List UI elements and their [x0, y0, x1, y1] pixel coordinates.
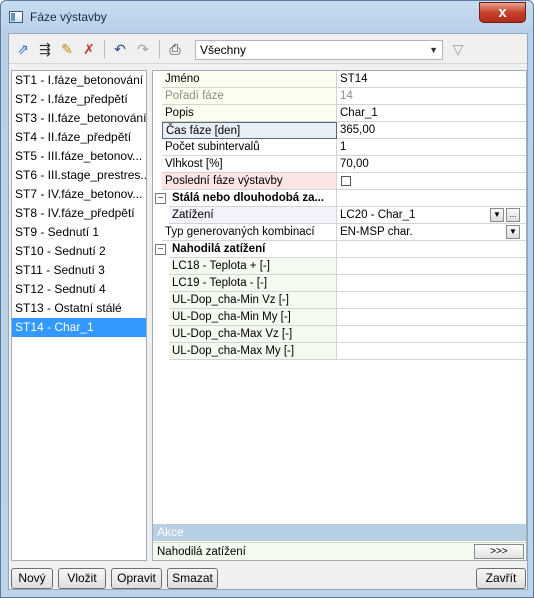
edit-table-icon[interactable]: ⇶: [35, 39, 55, 59]
title-bar[interactable]: Fáze výstavby x: [1, 1, 533, 32]
variable-load-value[interactable]: [337, 275, 526, 292]
delete-button[interactable]: Smazat: [167, 568, 218, 589]
description-value[interactable]: Char_1: [337, 105, 526, 122]
last-phase-cell: [337, 173, 526, 190]
humidity-value[interactable]: 70,00: [337, 156, 526, 173]
toolbar-separator: [159, 40, 160, 58]
variable-load-item: UL-Dop_cha-Min Vz [-]: [169, 292, 337, 309]
name-value[interactable]: ST14: [337, 71, 526, 88]
app-window-icon: [9, 11, 23, 23]
property-panel: Jméno ST14 Pořadí fáze 14 Popis Char_1 Č…: [152, 70, 527, 561]
phase-list-item[interactable]: ST6 - III.stage_prestres...: [12, 166, 146, 185]
actions-row-label: Nahodilá zatížení: [157, 546, 246, 558]
loading-value-text: LC20 - Char_1: [340, 209, 416, 221]
phase-list-item[interactable]: ST3 - II.fáze_betonování: [12, 109, 146, 128]
phase-list-item[interactable]: ST5 - III.fáze_betonov...: [12, 147, 146, 166]
phase-list-item[interactable]: ST13 - Ostatní stálé: [12, 299, 146, 318]
undo-icon[interactable]: ↶: [110, 39, 130, 59]
phase-list-item[interactable]: ST9 - Sednutí 1: [12, 223, 146, 242]
redo-icon[interactable]: ↷: [133, 39, 153, 59]
variable-load-item: UL-Dop_cha-Max Vz [-]: [169, 326, 337, 343]
delete-marked-icon[interactable]: ✗: [79, 39, 99, 59]
phase-list-item[interactable]: ST12 - Sednutí 4: [12, 280, 146, 299]
insert-button[interactable]: Vložit: [58, 568, 106, 589]
last-phase-checkbox[interactable]: [341, 176, 351, 186]
phase-list-item[interactable]: ST8 - IV.fáze_předpětí: [12, 204, 146, 223]
group-spacer: [337, 190, 526, 207]
phase-time-value[interactable]: 365,00: [337, 122, 526, 139]
variable-load-item: LC19 - Teplota - [-]: [169, 275, 337, 292]
chevron-down-icon: ▼: [429, 45, 438, 55]
last-phase-label: Poslední fáze výstavby: [162, 173, 337, 190]
variable-load-value[interactable]: [337, 309, 526, 326]
description-label: Popis: [162, 105, 337, 122]
actions-open-button[interactable]: >>>: [474, 544, 524, 559]
print-icon[interactable]: ⎙: [165, 39, 185, 59]
collapse-icon[interactable]: −: [155, 193, 166, 204]
close-window-button[interactable]: x: [479, 2, 526, 23]
toolbar-separator: [104, 40, 105, 58]
humidity-label: Vlhkost [%]: [162, 156, 337, 173]
variable-load-value[interactable]: [337, 258, 526, 275]
variable-load-item: UL-Dop_cha-Min My [-]: [169, 309, 337, 326]
chevron-down-icon[interactable]: ▼: [506, 225, 520, 239]
phase-list[interactable]: ST1 - I.fáze_betonování ST2 - I.fáze_pře…: [11, 70, 147, 561]
copy-phase-icon[interactable]: ⇗: [13, 39, 33, 59]
variable-load-item: UL-Dop_cha-Max My [-]: [169, 343, 337, 360]
actions-row: Nahodilá zatížení >>>: [153, 542, 526, 560]
phase-list-item[interactable]: ST7 - IV.fáze_betonov...: [12, 185, 146, 204]
combination-type-label: Typ generovaných kombinací: [162, 224, 337, 241]
browse-button[interactable]: ...: [506, 208, 520, 222]
phase-list-item[interactable]: ST2 - I.fáze_předpětí: [12, 90, 146, 109]
variable-loads-group: Nahodilá zatížení: [169, 241, 337, 258]
phase-list-item[interactable]: ST1 - I.fáze_betonování: [12, 71, 146, 90]
variable-load-item: LC18 - Teplota + [-]: [169, 258, 337, 275]
phase-list-item[interactable]: ST4 - II.fáze_předpětí: [12, 128, 146, 147]
close-button[interactable]: Zavřít: [476, 568, 526, 589]
dialog-window: Fáze výstavby x ⇗ ⇶ ✎ ✗ ↶ ↷ ⎙ Všechny ▼ …: [0, 0, 534, 598]
window-title: Fáze výstavby: [30, 10, 107, 24]
variable-load-value[interactable]: [337, 326, 526, 343]
phase-time-label: Čas fáze [den]: [162, 122, 337, 139]
dialog-client-area: ⇗ ⇶ ✎ ✗ ↶ ↷ ⎙ Všechny ▼ ▽ ST1 - I.fáze_b…: [8, 33, 528, 590]
toolbar: ⇗ ⇶ ✎ ✗ ↶ ↷ ⎙ Všechny ▼ ▽: [9, 34, 527, 64]
new-button[interactable]: Nový: [11, 568, 53, 589]
pencil-icon[interactable]: ✎: [57, 39, 77, 59]
combination-type-select[interactable]: EN-MSP char. ▼: [337, 224, 526, 241]
combination-type-value: EN-MSP char.: [340, 226, 413, 238]
phase-list-item[interactable]: ST11 - Sednutí 3: [12, 261, 146, 280]
loading-label: Zatížení: [169, 207, 337, 224]
order-label: Pořadí fáze: [162, 88, 337, 105]
permanent-loads-group: Stálá nebo dlouhodobá za...: [169, 190, 337, 207]
phase-list-item[interactable]: ST10 - Sednutí 2: [12, 242, 146, 261]
loading-value[interactable]: LC20 - Char_1 ▼ ...: [337, 207, 526, 224]
funnel-icon[interactable]: ▽: [449, 40, 467, 58]
name-label: Jméno: [162, 71, 337, 88]
property-grid: Jméno ST14 Pořadí fáze 14 Popis Char_1 Č…: [153, 71, 526, 360]
edit-button[interactable]: Opravit: [111, 568, 162, 589]
chevron-down-icon[interactable]: ▼: [490, 208, 504, 222]
subintervals-label: Počet subintervalů: [162, 139, 337, 156]
order-value: 14: [337, 88, 526, 105]
filter-select[interactable]: Všechny ▼: [195, 40, 443, 60]
filter-value: Všechny: [200, 43, 247, 57]
variable-load-value[interactable]: [337, 292, 526, 309]
group-spacer: [337, 241, 526, 258]
actions-header: Akce: [153, 524, 526, 541]
phase-list-item-selected[interactable]: ST14 - Char_1: [12, 318, 146, 337]
variable-load-value[interactable]: [337, 343, 526, 360]
collapse-icon[interactable]: −: [155, 244, 166, 255]
subintervals-value[interactable]: 1: [337, 139, 526, 156]
